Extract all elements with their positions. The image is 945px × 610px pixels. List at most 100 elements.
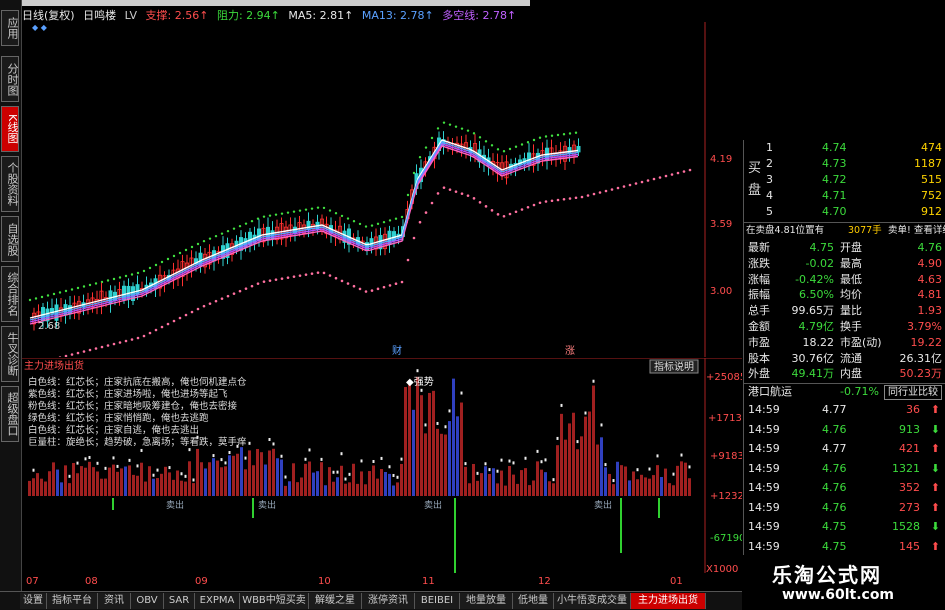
volume-tick bbox=[636, 468, 639, 472]
volume-tick bbox=[584, 411, 587, 415]
tab-diagnosis[interactable]: 牛叉诊断 bbox=[1, 326, 19, 382]
tab-ranking[interactable]: 综合排名 bbox=[1, 266, 19, 322]
tab-indicator-platform[interactable]: 指标平台 bbox=[47, 593, 98, 609]
date-tick: 12 bbox=[538, 576, 551, 587]
support-dot bbox=[598, 191, 602, 194]
volume-bar bbox=[568, 423, 571, 496]
tab-settings[interactable]: 设置 bbox=[20, 593, 47, 609]
volume-bar bbox=[636, 479, 639, 496]
tab-orderbook[interactable]: 超级盘口 bbox=[1, 386, 19, 442]
volume-bar bbox=[92, 467, 95, 496]
sector-name[interactable]: 港口航运 bbox=[748, 384, 792, 400]
volume-bar bbox=[80, 466, 83, 496]
volume-tick bbox=[220, 458, 223, 462]
volume-tick bbox=[268, 437, 271, 441]
sector-change: -0.71% bbox=[840, 385, 879, 398]
buy-level-row[interactable]: 3 4.72 515 bbox=[744, 172, 945, 188]
resistance-dot bbox=[172, 254, 176, 258]
resistance-dot bbox=[574, 131, 578, 134]
tab-obv[interactable]: OBV bbox=[131, 593, 164, 609]
volume-tick bbox=[464, 462, 467, 466]
volume-bar bbox=[208, 462, 211, 496]
buy-level-row[interactable]: 4 4.71 752 bbox=[744, 188, 945, 204]
subchart-title: 主力进场出货 bbox=[24, 359, 84, 372]
resistance-dot bbox=[70, 288, 74, 291]
volume-tick bbox=[544, 458, 547, 462]
support-dot bbox=[418, 220, 422, 224]
tab-apps[interactable]: 应用 bbox=[1, 10, 19, 46]
industry-compare-button[interactable]: 同行业比较 bbox=[884, 385, 942, 400]
resistance-dot bbox=[178, 251, 182, 255]
limit-up-marker[interactable]: 涨 bbox=[565, 345, 575, 357]
resistance-dot bbox=[292, 210, 296, 213]
tab-intraday[interactable]: 分时图 bbox=[1, 56, 19, 102]
tab-profile[interactable]: 个股资料 bbox=[1, 156, 19, 212]
volume-tick bbox=[560, 403, 563, 407]
volume-bar bbox=[504, 485, 507, 496]
tab-beibei[interactable]: BEIBEI bbox=[415, 593, 460, 609]
volume-bar bbox=[292, 463, 295, 496]
support-dot bbox=[586, 194, 590, 197]
volume-bar bbox=[500, 470, 503, 496]
arrow-up-icon: ⬆ bbox=[930, 500, 940, 514]
volume-tick bbox=[192, 478, 195, 482]
volume-tick bbox=[116, 464, 119, 468]
resistance-dot bbox=[502, 150, 506, 153]
volume-tick bbox=[436, 421, 439, 425]
volume-bar bbox=[244, 469, 247, 496]
date-tick: 01 bbox=[670, 576, 683, 587]
period-label[interactable]: 日线(复权) bbox=[22, 9, 75, 22]
tab-volume-low[interactable]: 地量放量 bbox=[460, 593, 513, 609]
tab-wbb[interactable]: WBB中短买卖 bbox=[240, 593, 309, 609]
support-dot bbox=[124, 339, 128, 343]
support-dot bbox=[568, 197, 572, 200]
support-dot bbox=[538, 201, 542, 205]
resistance-dot bbox=[208, 237, 212, 240]
volume-bar bbox=[428, 392, 431, 496]
tab-sar[interactable]: SAR bbox=[164, 593, 195, 609]
volume-bar bbox=[388, 473, 391, 496]
tab-main-force[interactable]: 主力进场出货 bbox=[631, 593, 706, 609]
tab-watchlist[interactable]: 自选股 bbox=[1, 216, 19, 262]
volume-tick bbox=[524, 456, 527, 460]
support-dot bbox=[232, 292, 236, 295]
support-dot bbox=[346, 282, 350, 285]
date-tick: 07 bbox=[26, 576, 39, 587]
support-dot bbox=[640, 180, 644, 184]
resistance-dot bbox=[76, 286, 80, 290]
date-tick: 10 bbox=[318, 576, 331, 587]
tab-bull-volume[interactable]: 小牛悟变成交量 bbox=[554, 593, 631, 609]
support-dot bbox=[508, 212, 512, 216]
tab-limitup[interactable]: 涨停资讯 bbox=[362, 593, 415, 609]
finance-marker[interactable]: 财 bbox=[392, 344, 402, 357]
support-dot bbox=[526, 205, 530, 209]
arrow-down-icon: ⬇ bbox=[930, 461, 940, 475]
kline-chart[interactable]: 4.19 3.59 3.00 2.68 财 涨 ◆ ◆ bbox=[22, 22, 742, 357]
support-dot bbox=[286, 276, 290, 279]
volume-bar bbox=[132, 474, 135, 496]
support-dot bbox=[268, 279, 272, 282]
volume-tick bbox=[156, 468, 159, 472]
tab-star[interactable]: 解缓之星 bbox=[309, 593, 362, 609]
buy-level-row[interactable]: 2 4.73 1187 bbox=[744, 156, 945, 172]
volume-bar bbox=[216, 460, 219, 496]
support-dot bbox=[544, 200, 548, 203]
support-dot bbox=[250, 284, 254, 288]
buy-level-row[interactable]: 5 4.70 912 bbox=[744, 204, 945, 220]
tab-low-volume[interactable]: 低地量 bbox=[513, 593, 554, 609]
volume-bar bbox=[200, 462, 203, 496]
volume-tick bbox=[244, 456, 247, 460]
indicator-help-button[interactable]: 指标说明 bbox=[654, 360, 694, 373]
orderbook-alert[interactable]: 在卖盘4.81位置有 3077手 卖单! 查看详细 bbox=[744, 222, 945, 239]
indicator-subchart[interactable]: 主力进场出货 指标说明 白色线：红芯长；庄家抗底在搬高，俺也伺机建点仓 紫色线：… bbox=[22, 358, 742, 573]
tab-expma[interactable]: EXPMA bbox=[195, 593, 240, 609]
support-dot bbox=[88, 348, 92, 352]
volume-bar bbox=[364, 484, 367, 496]
support-dot bbox=[658, 176, 662, 179]
buy-level-row[interactable]: 1 4.74 474 bbox=[744, 140, 945, 156]
arrow-up-icon: ⬆ bbox=[930, 539, 940, 553]
tab-news[interactable]: 资讯 bbox=[98, 593, 131, 609]
tab-kline[interactable]: K线图 bbox=[1, 106, 19, 152]
legend-line: 白色线：红芯长；庄家抗底在搬高，俺也伺机建点仓 bbox=[28, 376, 247, 388]
support-dot bbox=[328, 274, 332, 277]
